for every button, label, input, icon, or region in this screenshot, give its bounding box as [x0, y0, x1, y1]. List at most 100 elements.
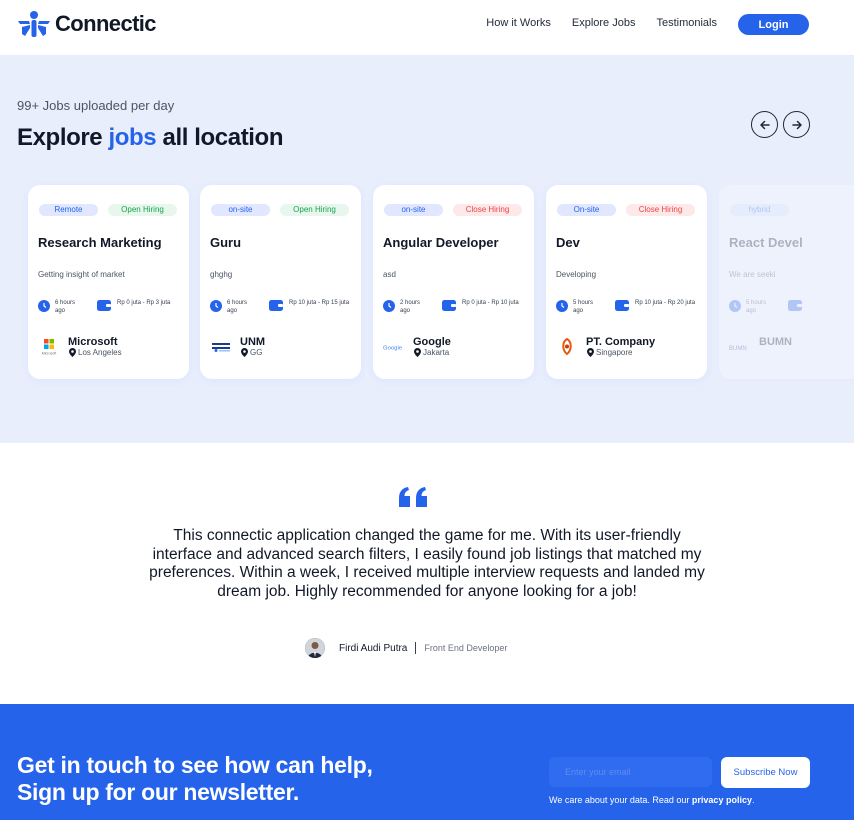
company-location: Los Angeles — [78, 348, 122, 357]
author-avatar-icon — [305, 638, 325, 658]
nav-testimonials[interactable]: Testimonials — [656, 17, 717, 29]
newsletter-title: Get in touch to see how can help, Sign up… — [17, 752, 373, 806]
posted-time: 2 hours ago — [400, 300, 421, 314]
company-name: Google — [413, 336, 451, 348]
author-name: Firdi Audi Putra — [339, 642, 408, 654]
author-divider — [415, 642, 417, 654]
email-input[interactable] — [549, 757, 712, 787]
job-title: React Devel — [729, 235, 803, 250]
google-logo-icon: Google — [383, 346, 403, 352]
location-pin-icon — [69, 348, 76, 357]
company-location: Singapore — [596, 348, 633, 357]
job-description: Developing — [556, 270, 597, 279]
job-description: ghghg — [210, 270, 233, 279]
microsoft-logo-icon: Microsoft — [42, 339, 57, 356]
heading-accent: jobs — [108, 124, 157, 151]
carousel-next-button[interactable] — [783, 111, 810, 138]
arrow-right-icon — [791, 120, 802, 129]
site-header: Connectic How it Works Explore Jobs Test… — [0, 0, 854, 52]
main-nav: How it Works Explore Jobs Testimonials — [486, 17, 717, 29]
job-card[interactable]: on-site Close Hiring Angular Developer a… — [373, 185, 534, 379]
quote-icon — [399, 487, 427, 507]
newsletter-section: Get in touch to see how can help, Sign up… — [0, 704, 854, 820]
salary-range: Rp 10 juta - Rp 20 juta — [635, 300, 696, 306]
job-title: Angular Developer — [383, 235, 499, 250]
clock-icon — [729, 300, 741, 312]
company-name: UNM — [240, 336, 266, 348]
microsoft-logo: Microsoft — [38, 338, 60, 356]
google-logo-lettering: Google — [383, 346, 403, 352]
clock-icon — [556, 300, 568, 312]
arrow-left-icon — [759, 120, 770, 129]
company-name: Microsoft — [68, 336, 118, 348]
hiring-status-badge: Open Hiring — [280, 204, 349, 216]
explore-jobs-section: 99+ Jobs uploaded per day Explore jobs a… — [0, 55, 854, 443]
location-pin-icon — [414, 348, 421, 357]
heading-pre: Explore — [17, 124, 109, 151]
avatar — [305, 638, 325, 658]
job-cards-carousel: Remote Open Hiring Research Marketing Ge… — [28, 185, 854, 381]
salary-range: Rp 10 juta - Rp 15 juta — [289, 300, 350, 306]
company-name: PT. Company — [586, 336, 656, 348]
wallet-icon — [788, 300, 802, 311]
login-button[interactable]: Login — [738, 14, 809, 35]
testimonial-author: Firdi Audi Putra Front End Developer — [305, 638, 507, 658]
bumn-logo-icon: BUMN — [729, 346, 747, 352]
posted-time: 5 hours ago — [573, 300, 594, 314]
job-title: Research Marketing — [38, 235, 162, 250]
logo-icon — [18, 11, 50, 37]
brand-name: Connectic — [55, 11, 157, 36]
brand-logo[interactable]: Connectic — [17, 10, 157, 38]
job-title: Dev — [556, 235, 580, 250]
clock-icon — [210, 300, 222, 312]
privacy-policy-link[interactable]: privacy policy — [692, 795, 752, 805]
company-location: Jakarta — [423, 348, 450, 357]
posted-time: 6 hours ago — [227, 300, 248, 314]
clock-icon — [38, 300, 50, 312]
pt-company-logo-icon — [562, 338, 572, 356]
job-card[interactable]: hybrid React Devel We are seeki 5 hours … — [719, 185, 854, 379]
job-description: Getting insight of market — [38, 270, 125, 279]
nav-how-it-works[interactable]: How it Works — [486, 17, 551, 29]
location-pin-icon — [241, 348, 248, 357]
hiring-status-badge: Close Hiring — [453, 204, 522, 216]
testimonial-quote: This connectic application changed the g… — [149, 527, 705, 600]
privacy-note-end: . — [751, 795, 755, 805]
wallet-icon — [615, 300, 629, 311]
job-type-badge: on-site — [384, 204, 443, 216]
jobs-heading: Explore jobs all location — [17, 124, 283, 152]
job-card[interactable]: on-site Open Hiring Guru ghghg 6 hours a… — [200, 185, 361, 379]
job-description: asd — [383, 270, 396, 279]
clock-icon — [383, 300, 395, 312]
job-type-badge: hybrid — [730, 204, 789, 216]
posted-time: 5 hours ago — [746, 300, 767, 314]
job-type-badge: on-site — [211, 204, 270, 216]
unm-logo — [210, 338, 232, 356]
location-pin-icon — [587, 348, 594, 357]
company-name: BUMN — [759, 336, 792, 348]
job-type-badge: On-site — [557, 204, 616, 216]
nav-explore-jobs[interactable]: Explore Jobs — [572, 17, 636, 29]
privacy-note-text: We care about your data. Read our — [549, 795, 692, 805]
carousel-prev-button[interactable] — [751, 111, 778, 138]
bumn-logo-lettering: BUMN — [729, 346, 747, 352]
bumn-logo: BUMN — [729, 338, 751, 356]
newsletter-title-line1: Get in touch to see how can help, — [17, 752, 373, 778]
job-card[interactable]: Remote Open Hiring Research Marketing Ge… — [28, 185, 189, 379]
author-role: Front End Developer — [424, 643, 508, 653]
testimonial-section: This connectic application changed the g… — [0, 443, 854, 704]
wallet-icon — [97, 300, 111, 311]
posted-time: 6 hours ago — [55, 300, 76, 314]
hiring-status-badge: Close Hiring — [626, 204, 695, 216]
newsletter-title-line2: Sign up for our newsletter. — [17, 779, 299, 805]
heading-post: all location — [156, 124, 284, 151]
wallet-icon — [442, 300, 456, 311]
subscribe-button[interactable]: Subscribe Now — [721, 757, 810, 788]
company-location: GG — [250, 348, 263, 357]
microsoft-logo-lettering: Microsoft — [42, 352, 57, 356]
privacy-note: We care about your data. Read our privac… — [549, 795, 754, 805]
salary-range: Rp 0 juta - Rp 3 juta — [117, 300, 171, 306]
wallet-icon — [269, 300, 283, 311]
job-card[interactable]: On-site Close Hiring Dev Developing 5 ho… — [546, 185, 707, 379]
job-description: We are seeki — [729, 270, 776, 279]
